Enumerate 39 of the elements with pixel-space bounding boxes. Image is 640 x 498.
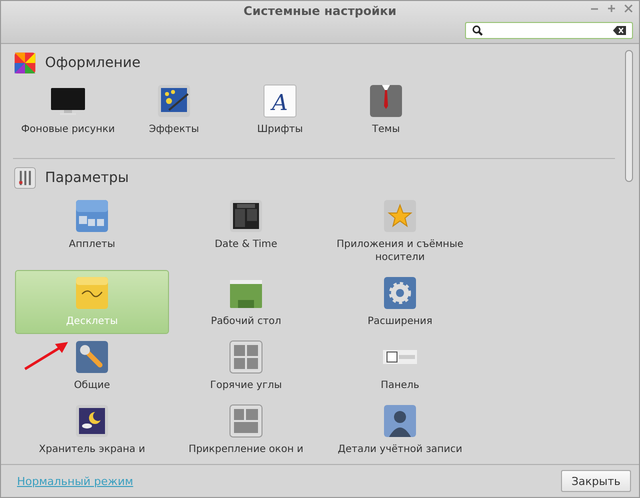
tiles-icon	[229, 404, 263, 438]
section-title: Оформление	[45, 55, 140, 71]
settings-item[interactable]: Горячие углы	[169, 334, 323, 398]
settings-item[interactable]: Детали учётной записи	[323, 398, 477, 462]
settings-item[interactable]: Панель	[323, 334, 477, 398]
wrench-icon	[75, 340, 109, 374]
applets-icon	[75, 199, 109, 233]
suit-icon	[369, 84, 403, 118]
search-icon	[472, 25, 483, 36]
settings-item[interactable]: Темы	[333, 78, 439, 142]
grid-icon	[229, 340, 263, 374]
user-icon	[383, 404, 417, 438]
settings-item[interactable]: Расширения	[323, 270, 477, 334]
settings-item[interactable]: Эффекты	[121, 78, 227, 142]
settings-item[interactable]: A Шрифты	[227, 78, 333, 142]
sparkle-picture-icon	[157, 84, 191, 118]
close-icon[interactable]	[624, 4, 633, 13]
clear-icon[interactable]	[613, 26, 626, 35]
settings-icon	[383, 276, 417, 310]
settings-item[interactable]: Хранитель экрана и	[15, 398, 169, 462]
window-title: Системные настройки	[244, 4, 396, 18]
settings-item[interactable]: Общие	[15, 334, 169, 398]
settings-item[interactable]: Апплеты	[15, 193, 169, 270]
settings-item[interactable]: Прикрепление окон и	[169, 398, 323, 462]
close-button[interactable]: Закрыть	[561, 470, 631, 492]
settings-item[interactable]: Фоновые рисунки	[15, 78, 121, 142]
settings-item[interactable]: Рабочий стол	[169, 270, 323, 334]
scrollbar-thumb[interactable]	[625, 50, 633, 182]
search-field[interactable]	[465, 22, 633, 39]
color-wheel-icon	[14, 52, 36, 74]
section-title: Параметры	[45, 170, 129, 186]
sliders-icon	[14, 167, 36, 189]
moon-icon	[75, 404, 109, 438]
annotation-arrow	[23, 340, 69, 372]
font-icon: A	[263, 84, 297, 118]
sticky-note-icon	[75, 276, 109, 310]
settings-item[interactable]: Приложения и съёмные носители	[323, 193, 477, 270]
maximize-icon[interactable]	[607, 4, 616, 13]
settings-item[interactable]: Date & Time	[169, 193, 323, 270]
